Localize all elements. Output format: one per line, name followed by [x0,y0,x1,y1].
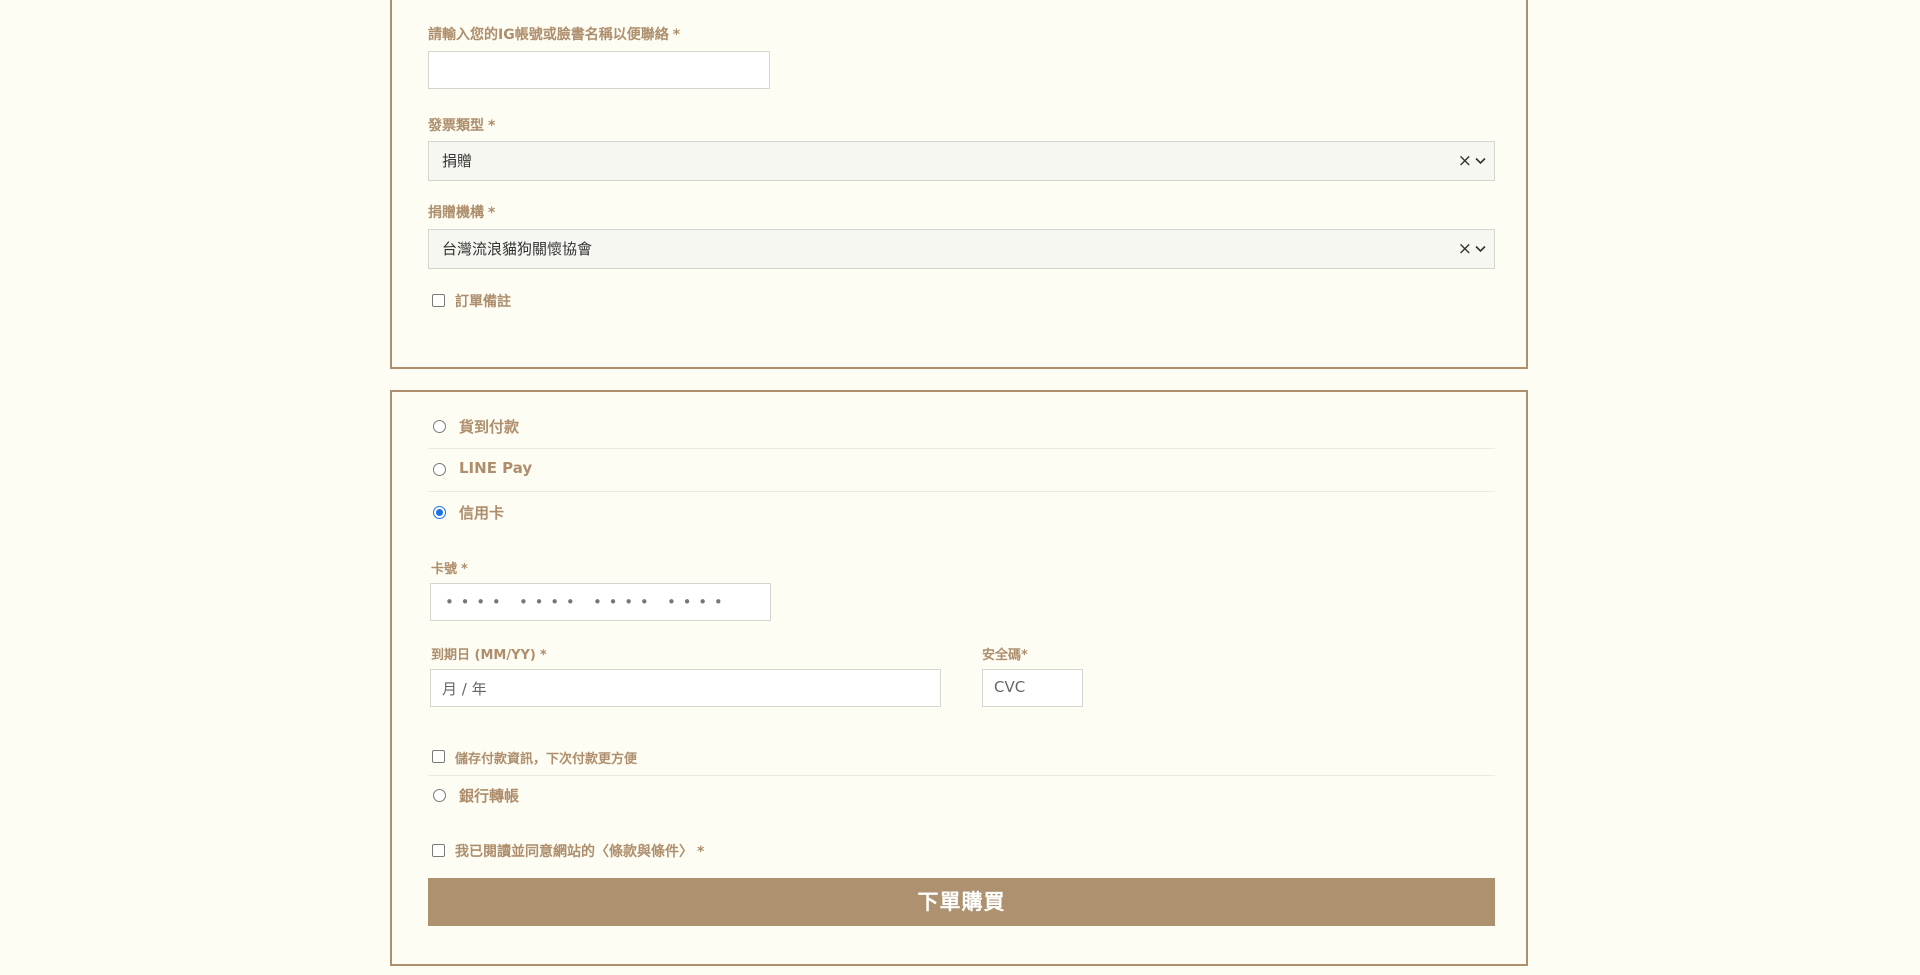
place-order-button[interactable]: 下單購買 [428,878,1495,926]
save-payment-label: 儲存付款資訊，下次付款更方便 [455,752,638,767]
save-payment-checkbox[interactable] [432,750,445,763]
terms-link[interactable]: 〈條款與條件〉 [595,844,693,860]
card-number-label: 卡號 * [431,562,468,577]
donation-org-select[interactable]: 台灣流浪貓狗關懷協會 × [428,229,1495,269]
invoice-type-value: 捐贈 [442,152,473,170]
invoice-type-label: 發票類型 * [428,118,496,134]
expiry-input[interactable]: 月 / 年 [430,669,941,707]
payment-radio-bank-transfer[interactable] [433,789,446,802]
terms-checkbox[interactable] [432,844,445,857]
donation-org-value: 台灣流浪貓狗關懷協會 [442,240,593,258]
cvc-placeholder: CVC [994,678,1026,696]
payment-radio-cod[interactable] [433,420,446,433]
ig-account-input[interactable] [428,51,770,89]
divider [428,491,1495,492]
payment-radio-linepay[interactable] [433,463,446,476]
divider [428,775,1495,776]
payment-label-cod: 貨到付款 [459,418,520,436]
payment-label-bank-transfer: 銀行轉帳 [459,787,520,805]
terms-label: 我已閱讀並同意網站的〈條款與條件〉 * [455,844,705,860]
invoice-type-select[interactable]: 捐贈 × [428,141,1495,181]
order-note-label: 訂單備註 [455,294,511,310]
billing-details-section: 請輸入您的IG帳號或臉書名稱以便聯絡 * 發票類型 * 捐贈 × 捐贈機構 * 台灣流… [390,0,1528,369]
order-note-checkbox[interactable] [432,294,445,307]
close-icon[interactable]: × [1458,230,1472,268]
chevron-down-icon[interactable] [1475,157,1486,165]
payment-section: 貨到付款 LINE Pay 信用卡 卡號 * • • • • • • • • • … [390,390,1528,966]
card-number-input[interactable]: • • • • • • • • • • • • • • • • [430,583,771,621]
cvc-label: 安全碼* [982,648,1028,663]
chevron-down-icon[interactable] [1475,245,1486,253]
expiry-placeholder: 月 / 年 [442,680,487,698]
payment-label-linepay: LINE Pay [459,459,533,477]
cvc-input[interactable]: CVC [982,669,1083,707]
divider [428,448,1495,449]
close-icon[interactable]: × [1458,142,1472,180]
payment-radio-credit-card[interactable] [433,506,446,519]
card-number-placeholder: • • • • • • • • • • • • • • • • [445,593,724,611]
donation-org-label: 捐贈機構 * [428,205,496,221]
ig-account-label: 請輸入您的IG帳號或臉書名稱以便聯絡 * [428,27,681,43]
payment-label-credit-card: 信用卡 [459,504,505,522]
expiry-label: 到期日 (MM/YY) * [431,648,547,663]
